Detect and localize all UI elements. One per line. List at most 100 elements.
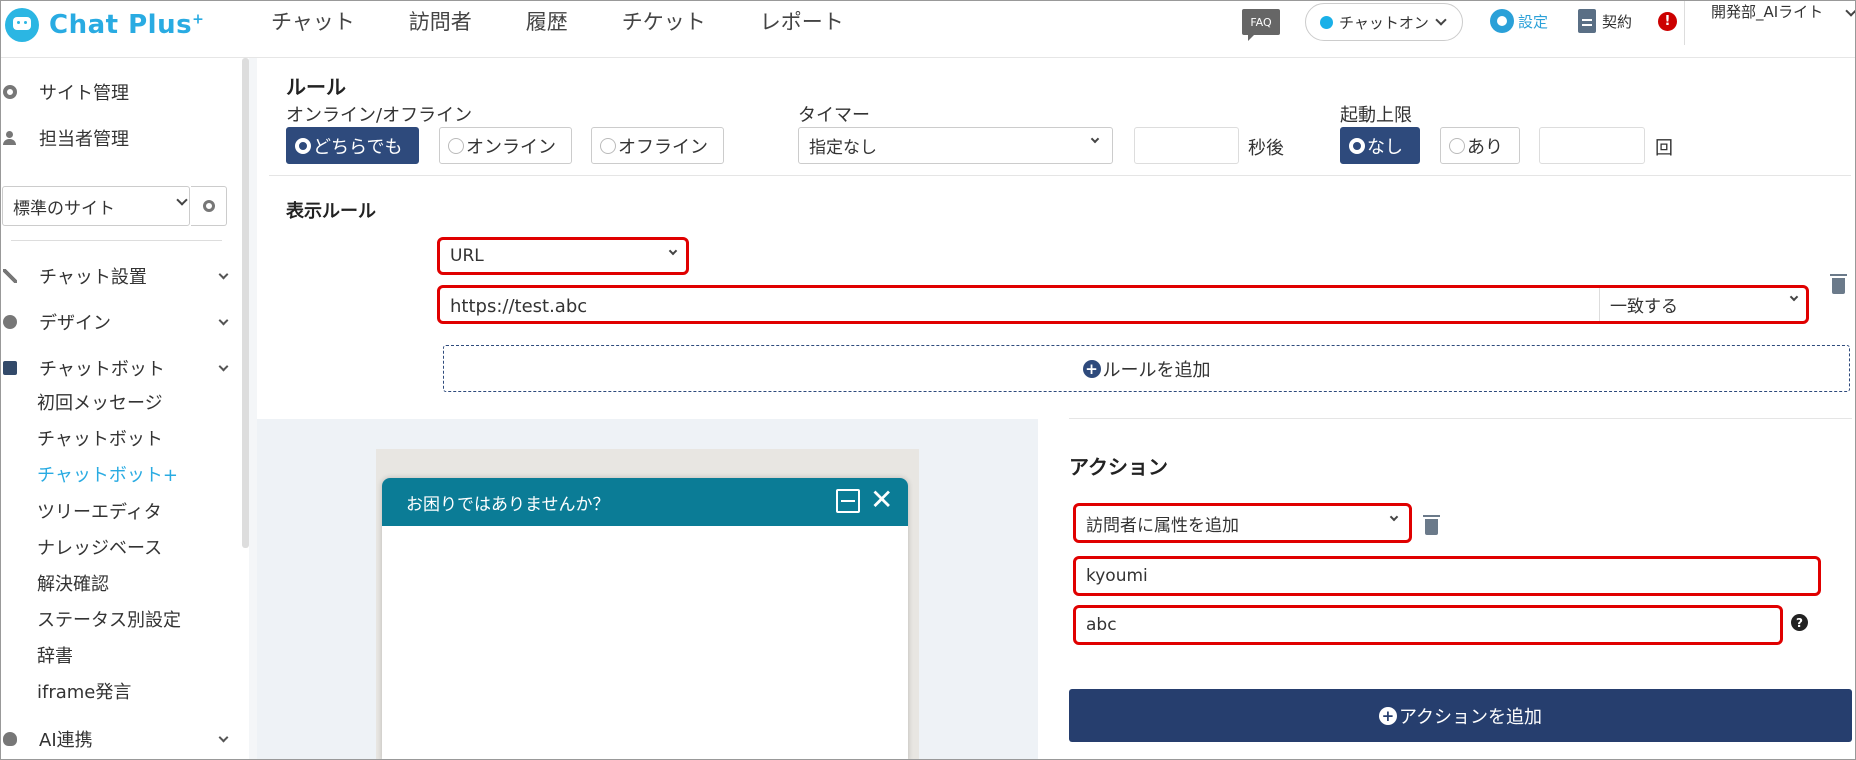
chat-status-toggle[interactable]: チャットオン — [1305, 3, 1463, 41]
chevron-down-icon — [218, 315, 229, 326]
sidebar-sub-knowledge-base[interactable]: ナレッジベース — [37, 534, 162, 560]
lightbulb-icon — [3, 732, 17, 746]
radio-icon — [448, 137, 464, 154]
attribute-value-input[interactable]: abc — [1073, 605, 1783, 645]
trash-icon[interactable] — [1423, 515, 1440, 535]
times-label: 回 — [1655, 138, 1673, 159]
timer-seconds-input[interactable] — [1134, 127, 1239, 164]
rule-type-value: URL — [450, 246, 484, 266]
user-menu[interactable]: 開発部_AIライト — [1684, 1, 1855, 45]
sidebar-item-label: チャット設置 — [39, 267, 147, 288]
logo[interactable]: Chat Plus+ — [5, 5, 204, 45]
plus-icon: + — [1082, 359, 1101, 378]
chevron-down-icon — [668, 246, 678, 256]
attribute-value-text: abc — [1086, 615, 1117, 635]
sidebar-item-ai[interactable]: AI連携 — [1, 726, 233, 752]
sidebar-item-site-mgmt[interactable]: サイト管理 — [1, 79, 233, 105]
nav-ticket[interactable]: チケット — [622, 6, 706, 36]
close-icon[interactable]: ✕ — [870, 484, 893, 516]
sidebar-item-staff-mgmt[interactable]: 担当者管理 — [1, 125, 233, 151]
sidebar-sub-tree-editor[interactable]: ツリーエディタ — [37, 498, 162, 524]
settings-link[interactable]: 設定 — [1490, 9, 1548, 33]
nav-history[interactable]: 履歴 — [526, 6, 568, 36]
help-icon[interactable]: ? — [1791, 614, 1808, 631]
sidebar-sub-iframe[interactable]: iframe発言 — [37, 678, 131, 704]
chevron-down-icon — [218, 732, 229, 743]
chevron-down-icon — [218, 361, 229, 372]
nav-visitors[interactable]: 訪問者 — [409, 6, 472, 36]
chevron-down-icon — [1389, 512, 1399, 522]
limit-yes-radio[interactable]: あり — [1440, 127, 1520, 164]
timer-value: 指定なし — [809, 138, 877, 158]
contract-label: 契約 — [1602, 12, 1633, 31]
status-dot-icon — [1320, 15, 1333, 29]
gear-icon — [3, 85, 17, 99]
trash-icon[interactable] — [1830, 274, 1847, 294]
content-gutter — [249, 58, 257, 759]
site-settings-button[interactable] — [191, 186, 227, 226]
match-select[interactable]: 一致する — [1599, 288, 1809, 321]
chat-bubble-icon — [5, 8, 39, 42]
app-frame: Chat Plus+ チャット 訪問者 履歴 チケット レポート FAQ チャッ… — [0, 0, 1856, 760]
url-input[interactable]: https://test.abc — [450, 296, 587, 317]
chat-icon — [3, 361, 17, 375]
action-type-select[interactable]: 訪問者に属性を追加 — [1073, 503, 1412, 543]
contract-link[interactable]: 契約 — [1578, 9, 1632, 33]
site-select-value: 標準のサイト — [13, 198, 115, 219]
sidebar-item-chat-setup[interactable]: チャット設置 — [1, 263, 233, 289]
sidebar-divider — [11, 240, 222, 241]
display-rule-title: 表示ルール — [286, 201, 376, 222]
add-action-label: アクションを追加 — [1398, 706, 1543, 728]
chevron-down-icon — [1845, 5, 1855, 17]
settings-label: 設定 — [1518, 12, 1549, 31]
sidebar-sub-dictionary[interactable]: 辞書 — [37, 642, 73, 668]
sidebar-sub-chatbot[interactable]: チャットボット — [37, 425, 163, 451]
attribute-key-value: kyoumi — [1086, 566, 1148, 586]
add-rule-button[interactable]: + ルールを追加 — [443, 345, 1850, 392]
alert-icon[interactable]: ! — [1658, 12, 1677, 31]
user-icon — [3, 131, 17, 145]
sidebar-item-label: デザイン — [39, 313, 111, 334]
logo-text: Chat Plus+ — [49, 10, 205, 40]
offline-only-radio[interactable]: オフライン — [591, 127, 724, 164]
chevron-down-icon — [218, 269, 229, 280]
online-either-radio[interactable]: どちらでも — [286, 127, 419, 164]
action-type-value: 訪問者に属性を追加 — [1086, 515, 1239, 536]
add-action-button[interactable]: + アクションを追加 — [1069, 689, 1852, 742]
sidebar-sub-resolution-check[interactable]: 解決確認 — [37, 570, 109, 596]
top-header: Chat Plus+ チャット 訪問者 履歴 チケット レポート FAQ チャッ… — [1, 1, 1855, 58]
gear-icon — [1490, 9, 1514, 33]
online-only-radio[interactable]: オンライン — [439, 127, 572, 164]
chevron-down-icon — [1090, 134, 1100, 144]
plus-icon: + — [1378, 706, 1397, 725]
match-value: 一致する — [1610, 297, 1678, 317]
timer-select[interactable]: 指定なし — [798, 127, 1113, 164]
online-offline-label: オンライン/オフライン — [286, 105, 473, 126]
minimize-icon[interactable] — [836, 489, 860, 513]
nav-report[interactable]: レポート — [760, 6, 844, 36]
action-title: アクション — [1069, 455, 1168, 479]
site-select[interactable]: 標準のサイト — [2, 186, 190, 226]
sidebar-sub-first-message[interactable]: 初回メッセージ — [37, 389, 163, 415]
main-nav: チャット 訪問者 履歴 チケット レポート — [271, 1, 898, 41]
url-rule-row: https://test.abc 一致する — [437, 285, 1809, 324]
rule-type-select[interactable]: URL — [437, 237, 689, 275]
sidebar-item-chatbot[interactable]: チャットボット — [1, 355, 233, 381]
sidebar-item-design[interactable]: デザイン — [1, 309, 233, 335]
wrench-icon — [3, 269, 17, 283]
seconds-after-label: 秒後 — [1248, 138, 1284, 159]
sidebar-sub-status-settings[interactable]: ステータス別設定 — [37, 606, 181, 632]
section-divider — [269, 175, 1851, 176]
attribute-key-input[interactable]: kyoumi — [1073, 556, 1821, 596]
document-icon — [1578, 9, 1596, 33]
limit-none-radio[interactable]: なし — [1340, 127, 1420, 164]
add-rule-label: ルールを追加 — [1102, 359, 1211, 381]
nav-chat[interactable]: チャット — [271, 6, 355, 36]
limit-count-input[interactable] — [1539, 127, 1645, 164]
chevron-down-icon — [1789, 292, 1799, 302]
sidebar-scrollbar[interactable] — [242, 58, 249, 548]
radio-label: どちらでも — [313, 136, 403, 158]
radio-label: オンライン — [466, 136, 556, 158]
faq-icon[interactable]: FAQ — [1242, 9, 1280, 41]
sidebar-sub-chatbot-plus[interactable]: チャットボット+ — [37, 461, 178, 487]
